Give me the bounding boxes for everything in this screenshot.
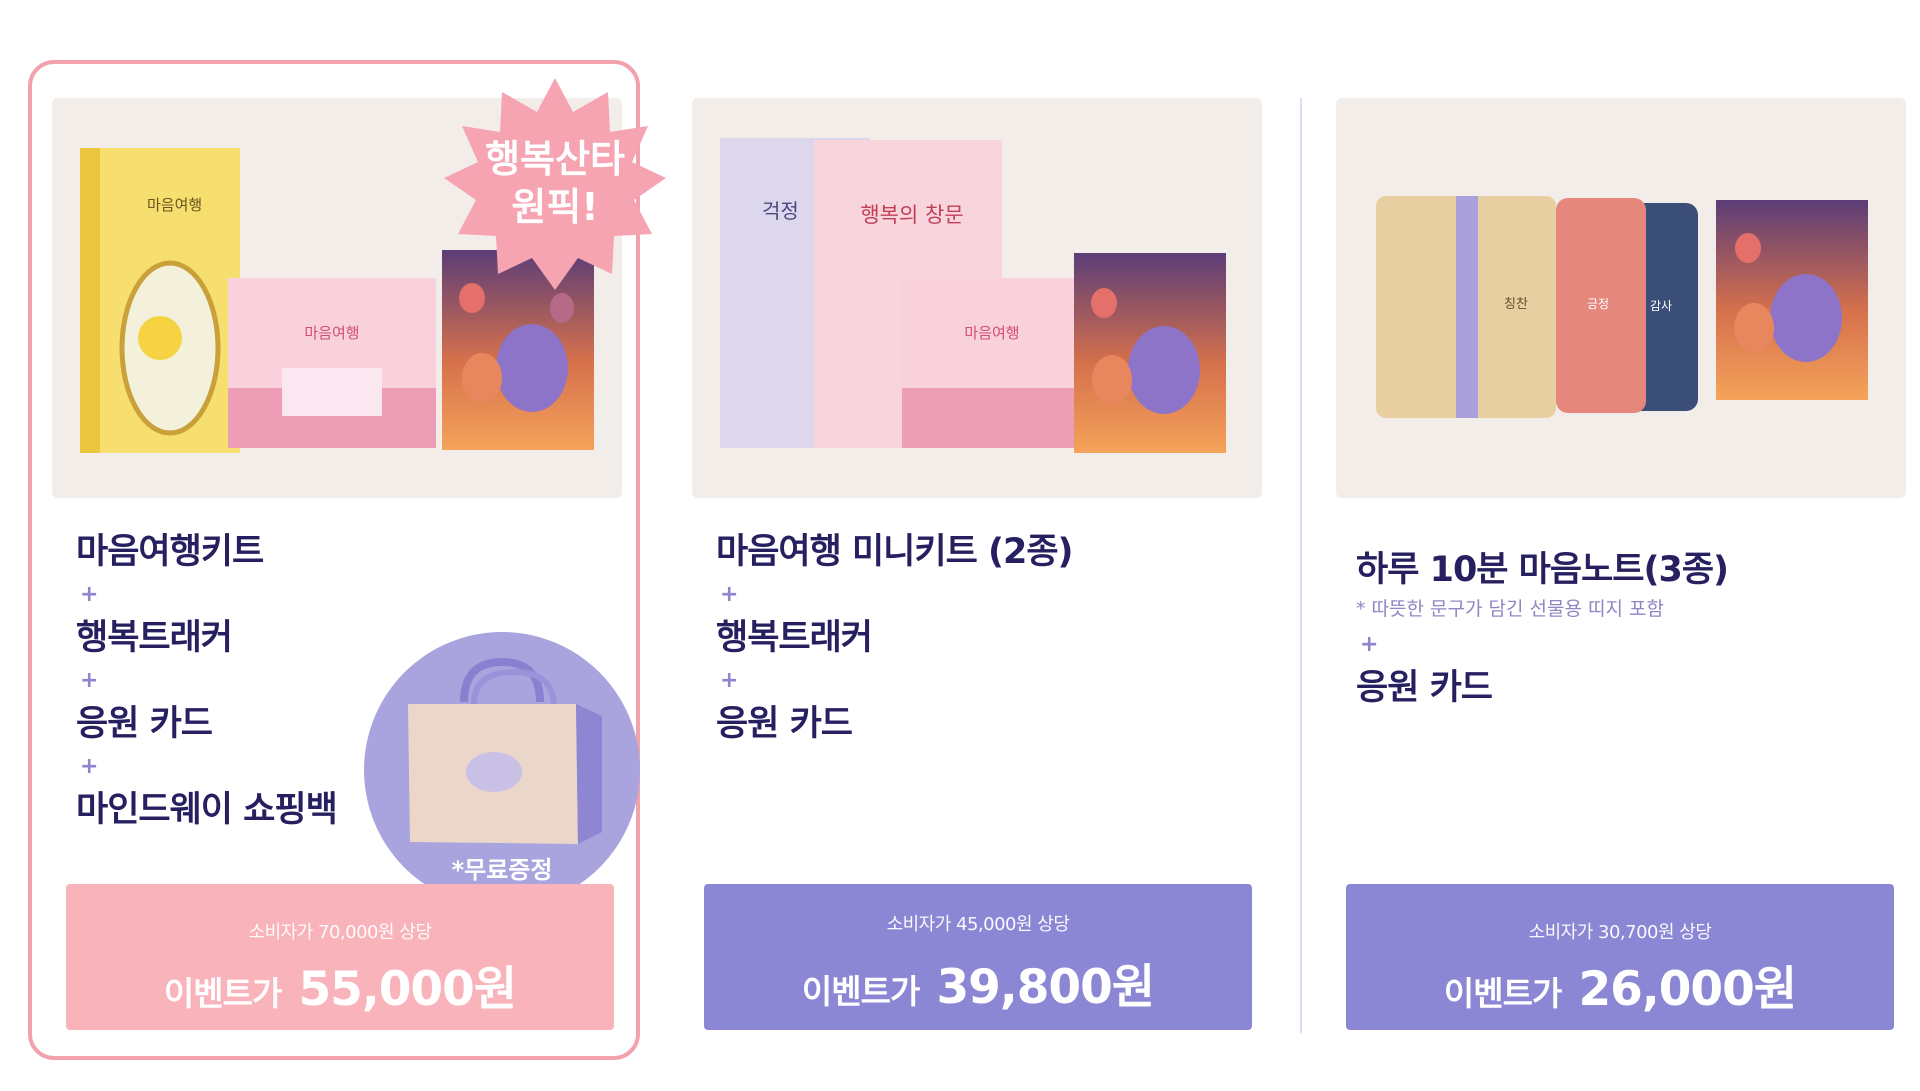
plus-icon: +	[80, 668, 99, 693]
item-tracker: 행복트래커	[76, 618, 233, 658]
product-image-mini-kit: 걱정 행복의 창문 마음여행	[692, 98, 1262, 498]
note-praise: 칭찬	[1376, 196, 1556, 418]
balloon-card	[1074, 253, 1226, 453]
mini-kit-illustration: 걱정 행복의 창문 마음여행	[720, 138, 1226, 453]
event-price: 26,000원	[1578, 962, 1797, 1017]
item-shopping-bag: 마인드웨이 쇼핑백	[76, 790, 338, 830]
consumer-price: 소비자가 45,000원 상당	[886, 914, 1070, 935]
event-price-label: 이벤트가	[801, 972, 920, 1011]
worry-title: 걱정	[762, 199, 799, 223]
item-mind-notes: 하루 10분 마음노트(3종)	[1356, 550, 1729, 590]
plus-icon: +	[720, 582, 739, 607]
event-price-label: 이벤트가	[163, 974, 282, 1013]
item-kit: 마음여행키트	[76, 532, 264, 572]
plus-icon: +	[80, 582, 99, 607]
event-price-label: 이벤트가	[1443, 974, 1562, 1013]
badge-line-1: 행복산타	[485, 137, 625, 181]
consumer-price: 소비자가 30,700원 상당	[1528, 922, 1712, 943]
free-gift-label: *무료증정	[451, 856, 553, 884]
event-price: 55,000원	[298, 962, 517, 1017]
note-positive-title: 긍정	[1587, 297, 1609, 311]
shopping-bag-gift: *무료증정	[364, 632, 640, 908]
mini-kit-box: 마음여행	[902, 278, 1082, 448]
balloon-card	[1716, 200, 1868, 400]
note-praise-title: 칭찬	[1504, 297, 1528, 312]
plus-icon: +	[1360, 632, 1379, 657]
price-box[interactable]: 소비자가 30,700원 상당 이벤트가 26,000원	[1346, 884, 1894, 1030]
plus-icon: +	[720, 668, 739, 693]
column-divider	[1300, 98, 1302, 1033]
price-box[interactable]: 소비자가 45,000원 상당 이벤트가 39,800원	[704, 884, 1252, 1030]
best-pick-badge: 행복산타 원픽!	[440, 74, 670, 294]
note-positive: 긍정	[1556, 198, 1646, 413]
badge-line-2: 원픽!	[511, 185, 599, 229]
event-price: 39,800원	[936, 960, 1155, 1015]
notes-illustration: 감사 긍정 칭찬	[1376, 196, 1868, 418]
item-list: 마음여행 미니키트 (2종) + 행복트래커 + 응원 카드	[716, 530, 1074, 746]
item-cheer-card: 응원 카드	[1356, 668, 1493, 708]
item-list: 하루 10분 마음노트(3종) * 따뜻한 문구가 담긴 선물용 띠지 포함 +…	[1356, 548, 1729, 710]
item-list: 마음여행키트 + 행복트래커 + 응원 카드 + 마인드웨이 쇼핑백	[76, 530, 338, 832]
window-title: 행복의 창문	[860, 203, 963, 227]
item-tracker: 행복트래커	[716, 618, 873, 658]
mini-kit-title: 마음여행	[964, 324, 1019, 342]
box-title: 마음여행	[147, 196, 202, 214]
product-card-mind-notes[interactable]: 감사 긍정 칭찬 하루 10분 마음노트(3종) * 따뜻한 문구가 담긴 선물…	[1332, 60, 1912, 1070]
item-cheer-card: 응원 카드	[76, 704, 213, 744]
yellow-book-box: 마음여행	[80, 148, 240, 453]
consumer-price: 소비자가 70,000원 상당	[248, 922, 432, 943]
pink-kit-box: 마음여행	[228, 278, 436, 448]
plus-icon: +	[80, 754, 99, 779]
gift-band-note: * 따뜻한 문구가 담긴 선물용 띠지 포함	[1356, 598, 1664, 620]
item-cheer-card: 응원 카드	[716, 704, 853, 744]
product-card-mini-kit[interactable]: 걱정 행복의 창문 마음여행 마음여행 미니키트 (2종) + 행복트래커 +	[692, 60, 1284, 1070]
note-gratitude-title: 감사	[1650, 299, 1672, 313]
price-box[interactable]: 소비자가 70,000원 상당 이벤트가 55,000원	[66, 884, 614, 1030]
item-mini-kit: 마음여행 미니키트 (2종)	[716, 532, 1074, 572]
kit-box-title: 마음여행	[304, 324, 359, 342]
product-image-notes: 감사 긍정 칭찬	[1336, 98, 1906, 498]
product-card-mind-travel-kit[interactable]: 마음여행 마음여행 행복산타 원픽! 마음여행키트 + 행복트래커 + 응원 카…	[28, 60, 666, 1070]
